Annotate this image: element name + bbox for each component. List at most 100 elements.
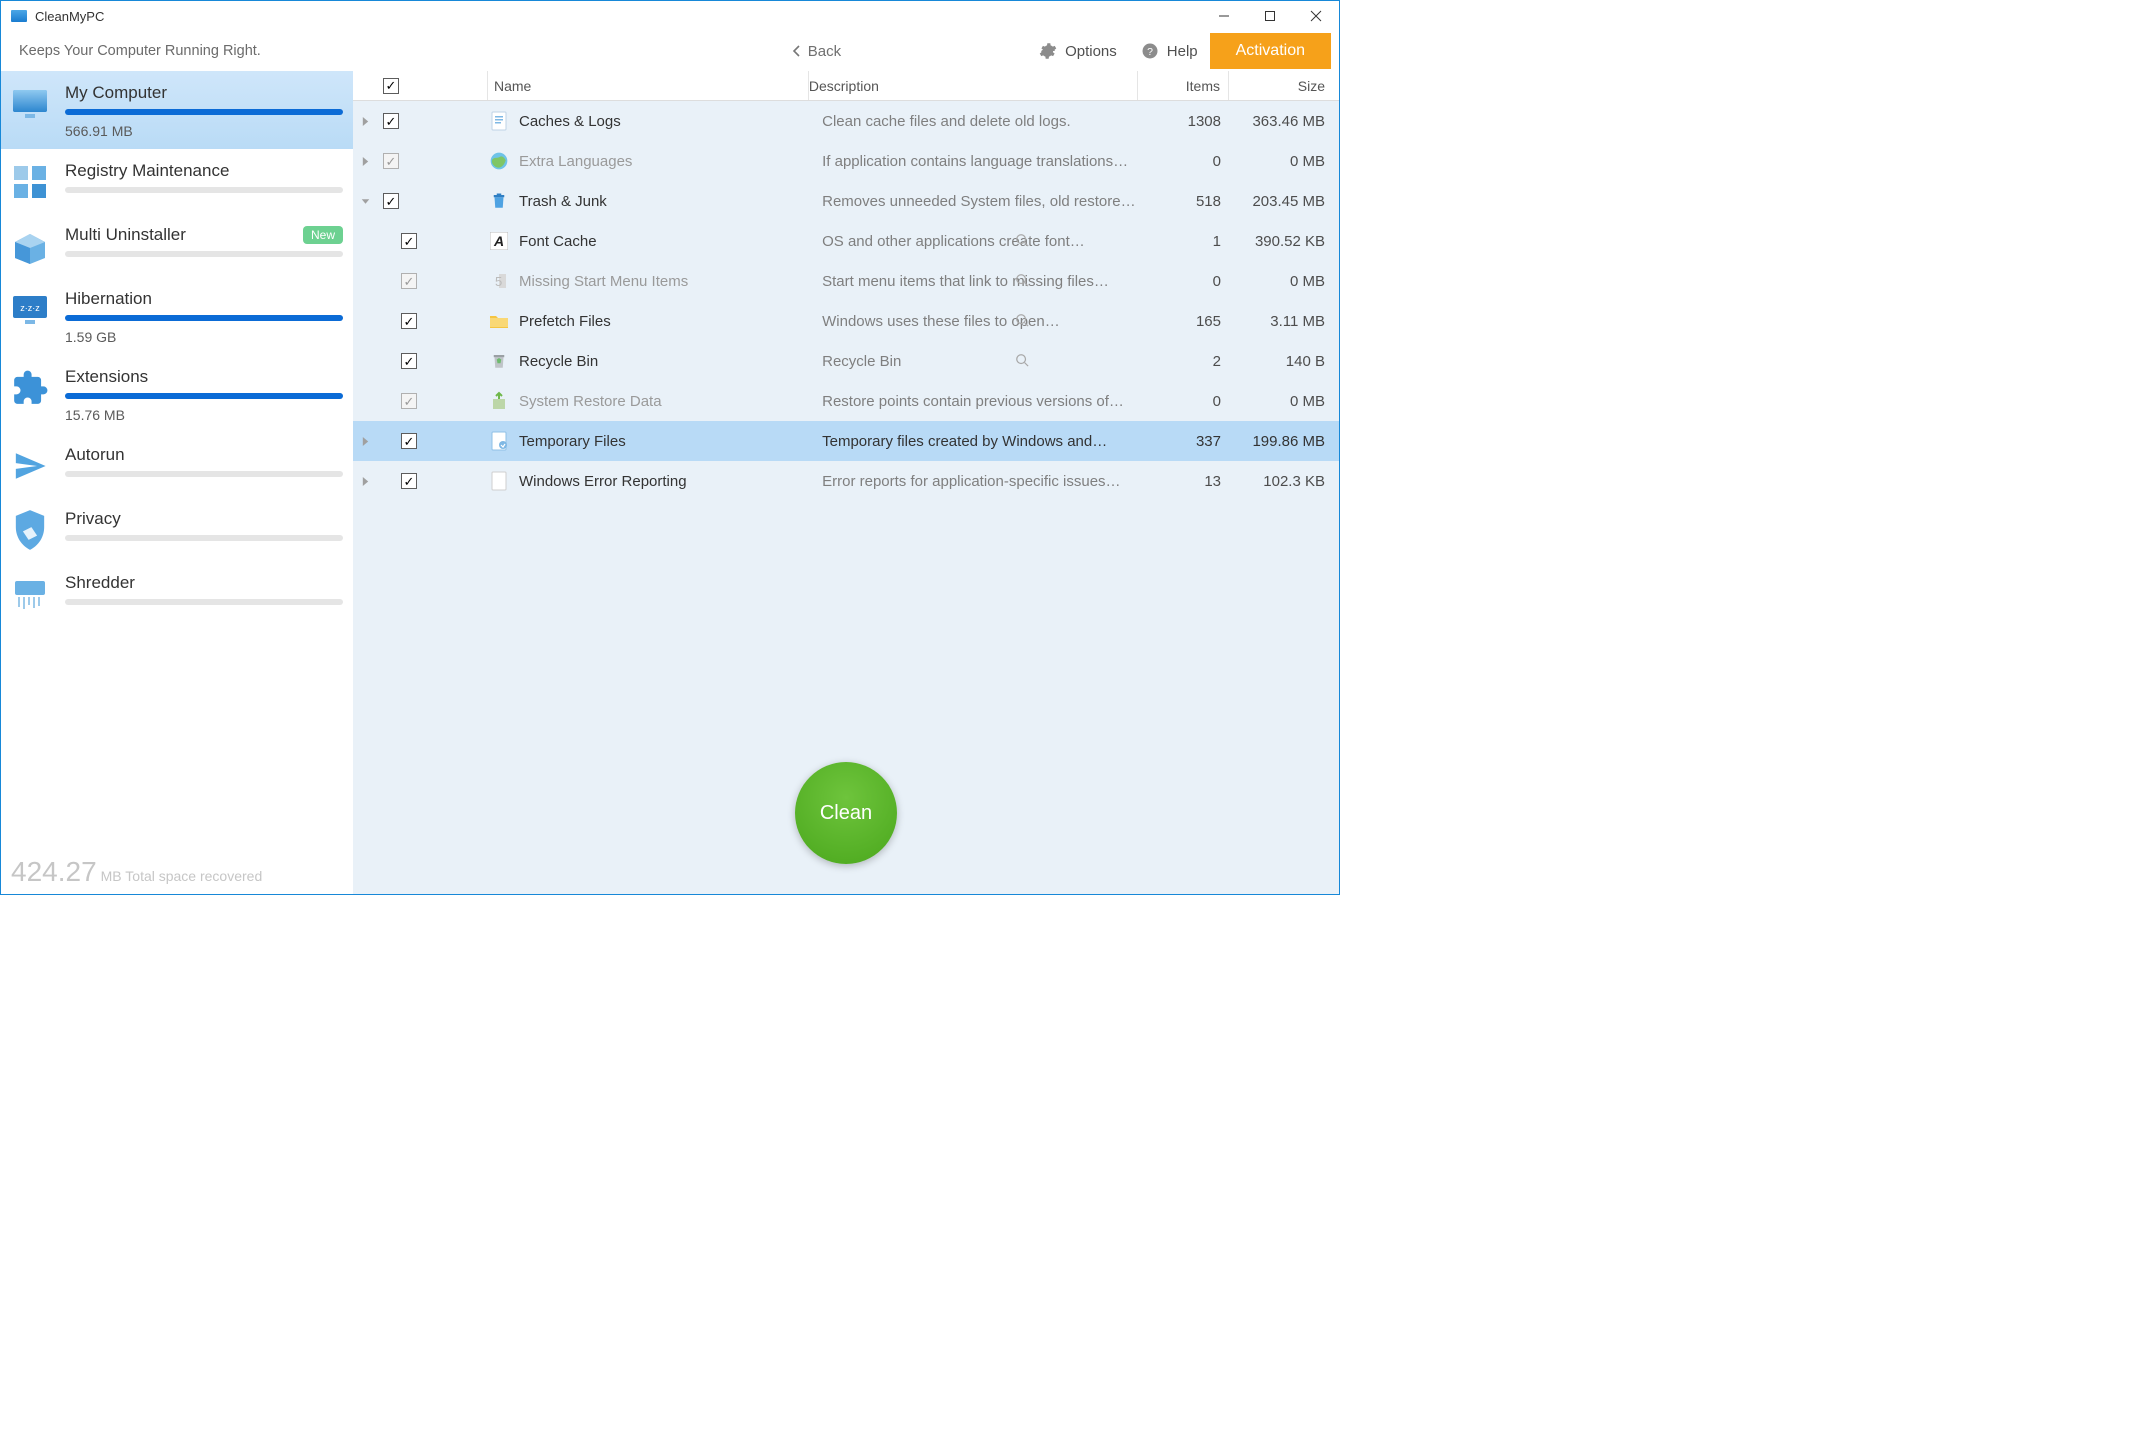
sidebar-item-registry-maintenance[interactable]: Registry Maintenance [1, 149, 353, 213]
row-size: 0 MB [1229, 273, 1339, 290]
header-size[interactable]: Size [1229, 78, 1339, 94]
disclosure-icon[interactable] [353, 116, 377, 127]
title-bar: CleanMyPC [1, 1, 1339, 31]
row-checkbox[interactable] [401, 233, 417, 249]
row-description: Error reports for application-specific i… [822, 473, 1139, 490]
shield-icon [9, 509, 51, 551]
table-row[interactable]: Extra Languages If application contains … [353, 141, 1339, 181]
disclosure-icon[interactable] [353, 156, 377, 167]
row-checkbox[interactable] [401, 433, 417, 449]
table-row[interactable]: Temporary Files Temporary files created … [353, 421, 1339, 461]
magnify-icon[interactable] [1015, 353, 1029, 370]
row-checkbox[interactable] [401, 473, 417, 489]
header-name[interactable]: Name [488, 78, 808, 94]
table-row[interactable]: Recycle Bin Recycle Bin 2 140 B [353, 341, 1339, 381]
sidebar-progress [65, 471, 343, 477]
row-description: Temporary files created by Windows and… [822, 433, 1139, 450]
table-row[interactable]: Windows Error Reporting Error reports fo… [353, 461, 1339, 501]
sidebar-item-my-computer[interactable]: My Computer 566.91 MB [1, 71, 353, 149]
help-button[interactable]: ? Help [1129, 31, 1210, 71]
magnify-icon[interactable] [1015, 273, 1029, 290]
sidebar-item-privacy[interactable]: Privacy [1, 497, 353, 561]
row-name: Windows Error Reporting [513, 473, 822, 490]
sidebar-item-sub: 566.91 MB [65, 123, 343, 139]
select-all-checkbox[interactable] [383, 78, 399, 94]
row-description: OS and other applications create font… [822, 233, 1139, 250]
sidebar-item-sub: 1.59 GB [65, 329, 343, 345]
sidebar-item-extensions[interactable]: Extensions 15.76 MB [1, 355, 353, 433]
gear-icon [1039, 42, 1057, 60]
app-title: CleanMyPC [35, 9, 104, 24]
row-checkbox[interactable] [401, 313, 417, 329]
table-row[interactable]: Trash & Junk Removes unneeded System fil… [353, 181, 1339, 221]
close-button[interactable] [1293, 1, 1339, 31]
trash-blue-icon [485, 191, 513, 211]
row-items: 2 [1139, 353, 1229, 370]
row-checkbox[interactable] [401, 273, 417, 289]
row-size: 102.3 KB [1229, 473, 1339, 490]
plane-icon [9, 445, 51, 487]
app-icon [11, 10, 27, 22]
maximize-button[interactable] [1247, 1, 1293, 31]
box-icon [9, 225, 51, 267]
table-body: Caches & Logs Clean cache files and dele… [353, 101, 1339, 501]
disclosure-icon[interactable] [353, 436, 377, 447]
row-name: Extra Languages [513, 153, 822, 170]
disclosure-icon[interactable] [353, 196, 377, 207]
sidebar-progress [65, 315, 343, 321]
sidebar-item-label: Autorun [65, 445, 125, 465]
sidebar-item-label: Multi Uninstaller [65, 225, 186, 245]
sidebar-progress [65, 109, 343, 115]
sidebar-item-label: Extensions [65, 367, 148, 387]
sidebar-item-hibernation[interactable]: z·z·z Hibernation 1.59 GB [1, 277, 353, 355]
options-button[interactable]: Options [1027, 31, 1129, 71]
header-items[interactable]: Items [1138, 78, 1228, 94]
row-checkbox[interactable] [383, 113, 399, 129]
table-row[interactable]: System Restore Data Restore points conta… [353, 381, 1339, 421]
row-name: Temporary Files [513, 433, 822, 450]
sidebar-item-multi-uninstaller[interactable]: Multi Uninstaller New [1, 213, 353, 277]
folder-icon [485, 313, 513, 329]
sidebar-item-sub: 15.76 MB [65, 407, 343, 423]
sidebar-item-label: My Computer [65, 83, 167, 103]
sidebar-progress [65, 535, 343, 541]
table-row[interactable]: Prefetch Files Windows uses these files … [353, 301, 1339, 341]
header-description[interactable]: Description [809, 78, 1137, 94]
row-items: 337 [1139, 433, 1229, 450]
row-items: 1308 [1139, 113, 1229, 130]
row-size: 390.52 KB [1229, 233, 1339, 250]
row-checkbox[interactable] [401, 393, 417, 409]
doc-blank-icon [485, 471, 513, 491]
puzzle-icon [9, 367, 51, 409]
sidebar-progress [65, 393, 343, 399]
row-checkbox[interactable] [401, 353, 417, 369]
magnify-icon[interactable] [1015, 233, 1029, 250]
clean-button[interactable]: Clean [795, 762, 897, 864]
row-name: Missing Start Menu Items [513, 273, 822, 290]
magnify-icon[interactable] [1015, 313, 1029, 330]
sidebar-item-shredder[interactable]: Shredder [1, 561, 353, 625]
row-size: 0 MB [1229, 393, 1339, 410]
sidebar-item-autorun[interactable]: Autorun [1, 433, 353, 497]
tagline: Keeps Your Computer Running Right. [19, 43, 261, 59]
footer-number: 424.27 [11, 856, 97, 888]
table-row[interactable]: 5 Missing Start Menu Items Start menu it… [353, 261, 1339, 301]
activation-button[interactable]: Activation [1210, 33, 1331, 69]
row-items: 0 [1139, 153, 1229, 170]
table-row[interactable]: Caches & Logs Clean cache files and dele… [353, 101, 1339, 141]
sidebar-item-label: Hibernation [65, 289, 152, 309]
table-row[interactable]: A Font Cache OS and other applications c… [353, 221, 1339, 261]
row-checkbox[interactable] [383, 153, 399, 169]
row-description: If application contains language transla… [822, 153, 1139, 170]
row-size: 203.45 MB [1229, 193, 1339, 210]
row-name: Trash & Junk [513, 193, 822, 210]
footer: 424.27MB Total space recovered [1, 848, 353, 894]
footer-text: MB Total space recovered [101, 868, 263, 884]
minimize-button[interactable] [1201, 1, 1247, 31]
disclosure-icon[interactable] [353, 476, 377, 487]
back-button[interactable]: Back [792, 43, 841, 60]
row-items: 0 [1139, 273, 1229, 290]
row-description: Start menu items that link to missing fi… [822, 273, 1139, 290]
row-description: Restore points contain previous versions… [822, 393, 1139, 410]
row-checkbox[interactable] [383, 193, 399, 209]
